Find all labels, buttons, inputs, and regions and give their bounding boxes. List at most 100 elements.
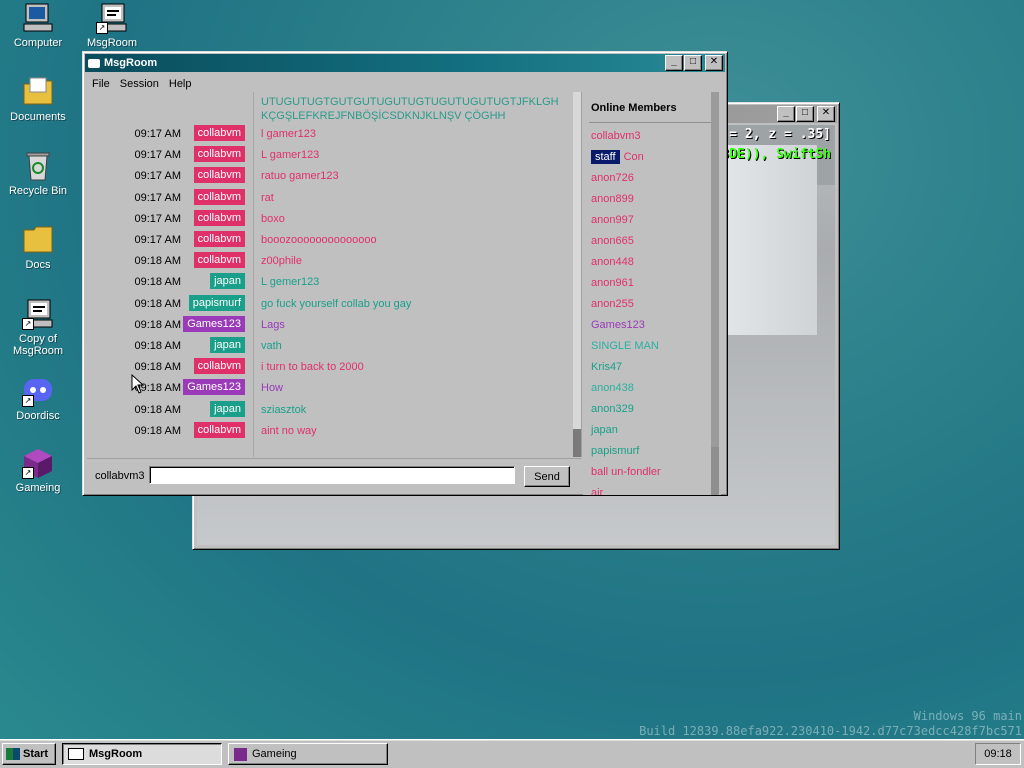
chat-log[interactable]: UTUGUTUGTGUTGUTUGUTUGTUGUTUGUTUGTJFKLGH … (87, 92, 582, 457)
message-username-badge[interactable]: collabvm (193, 209, 245, 226)
window-title: MsgRoom (104, 57, 158, 69)
desktop-icon-gameing[interactable]: ↗ Gameing (2, 447, 74, 494)
compose-bar: collabvm3 Send (87, 458, 581, 493)
maximize-button[interactable]: □ (684, 55, 702, 71)
start-button[interactable]: Start (2, 743, 56, 765)
member-list-item[interactable]: anon255 (583, 294, 721, 315)
message-text: ratuo gamer123 (261, 170, 339, 183)
desktop-icon-msgroom[interactable]: ↗ MsgRoom (76, 2, 148, 49)
message-username-badge[interactable]: collabvm (193, 146, 245, 163)
message-text: aint no way (261, 424, 317, 437)
chat-message-row: 09:18 AM collabvm aint no way (87, 421, 567, 441)
minimize-button[interactable]: _ (777, 106, 795, 122)
member-list-item[interactable]: anon961 (583, 273, 721, 294)
member-list-item[interactable]: air (583, 483, 721, 495)
member-name: anon899 (591, 193, 634, 205)
desktop-icon-docs[interactable]: Docs (2, 224, 74, 271)
chat-scrollbar[interactable] (573, 92, 581, 457)
member-list-item[interactable]: Games123 (583, 315, 721, 336)
close-button[interactable]: ✕ (705, 55, 723, 71)
message-username-badge[interactable]: papismurf (188, 294, 245, 311)
member-list-item[interactable]: staff Con (583, 147, 721, 168)
member-list-item[interactable]: collabvm3 (583, 126, 721, 147)
taskbar-item-gameing[interactable]: Gameing (228, 743, 388, 765)
mouse-cursor-icon (131, 374, 145, 394)
message-text: How (261, 382, 284, 395)
members-scrollbar[interactable] (711, 92, 719, 495)
taskbar-item-msgroom[interactable]: MsgRoom (62, 743, 222, 765)
msgroom-titlebar[interactable]: MsgRoom _ □ ✕ (85, 54, 725, 72)
msgroom-window[interactable]: MsgRoom _ □ ✕ File Session Help UTUGUTUG… (82, 51, 728, 496)
member-list-item[interactable]: anon726 (583, 168, 721, 189)
member-list-item[interactable]: anon438 (583, 378, 721, 399)
maximize-button[interactable]: □ (796, 106, 814, 122)
start-logo-icon (6, 748, 20, 760)
chat-message-row: 09:18 AM japan sziasztok (87, 400, 567, 420)
desktop-icon-documents[interactable]: Documents (2, 76, 74, 123)
message-time: 09:18 AM (134, 340, 181, 352)
message-text: go fuck yourself collab you gay (261, 297, 412, 310)
desktop-icon-recycle-bin[interactable]: Recycle Bin (2, 150, 74, 197)
msgroom-icon: ↗ (22, 298, 54, 330)
member-name: anon255 (591, 298, 634, 310)
message-username-badge[interactable]: collabvm (193, 125, 245, 141)
chat-message-row: 09:18 AM papismurf go fuck yourself collab… (87, 294, 567, 314)
member-list-item[interactable]: SINGLE MAN (583, 336, 721, 357)
current-username: collabvm3 (95, 470, 145, 482)
menu-file[interactable]: File (87, 78, 115, 90)
chat-message-row: 09:17 AM collabvm rat (87, 188, 567, 208)
message-username-badge[interactable]: Games123 (183, 379, 245, 396)
member-list-item[interactable]: anon899 (583, 189, 721, 210)
desktop-icon-label: MsgRoom (86, 37, 138, 49)
message-username-badge[interactable]: collabvm (193, 167, 245, 184)
chat-message-row: 09:17 AM collabvm l gamer123 (87, 124, 567, 144)
menu-session[interactable]: Session (115, 78, 164, 90)
message-text: boxo (261, 212, 285, 225)
member-list-item[interactable]: anon448 (583, 252, 721, 273)
member-list-item[interactable]: Kris47 (583, 357, 721, 378)
desktop-icon-label: Recycle Bin (8, 185, 68, 197)
minimize-button[interactable]: _ (665, 55, 683, 71)
message-username-badge[interactable]: collabvm (193, 231, 245, 247)
build-watermark: Windows 96 main (913, 709, 1022, 723)
desktop-icon-doordisc[interactable]: ↗ Doordisc (2, 375, 74, 422)
menu-help[interactable]: Help (164, 78, 197, 90)
message-username-badge[interactable]: collabvm (193, 188, 245, 205)
message-line: KÇGŞLEFKREJFNBÖŞİCSDKNJKLNŞV ÇÖGHH (261, 110, 506, 122)
member-list-item[interactable]: papismurf (583, 441, 721, 462)
desktop-icon-copy-of-msgroom[interactable]: ↗ Copy of MsgRoom (2, 298, 74, 357)
member-name: Kris47 (591, 361, 623, 373)
message-username-badge[interactable]: collabvm (193, 421, 245, 438)
member-list-item[interactable]: ball un-fondler (583, 462, 721, 483)
message-text: UTUGUTUGTGUTGUTUGUTUGTUGUTUGUTUGTJFKLGH … (261, 95, 559, 123)
member-list-item[interactable]: anon329 (583, 399, 721, 420)
message-text: i turn to back to 2000 (261, 361, 364, 374)
message-text: sziasztok (261, 403, 307, 416)
message-username-badge[interactable]: japan (210, 273, 245, 290)
shortcut-arrow-icon: ↗ (22, 467, 34, 479)
msgroom-icon: ↗ (96, 2, 128, 34)
start-label: Start (23, 748, 49, 760)
message-time: 09:17 AM (134, 212, 181, 225)
member-name: anon448 (591, 256, 634, 268)
message-input[interactable] (149, 466, 515, 484)
member-list-item[interactable]: anon665 (583, 231, 721, 252)
member-list-item[interactable]: anon997 (583, 210, 721, 231)
chat-message-row: 09:18 AM japan L gemer123 (87, 272, 567, 292)
message-username-badge[interactable]: japan (210, 400, 245, 417)
desktop-icon-computer[interactable]: Computer (2, 2, 74, 49)
message-username-badge[interactable]: Games123 (183, 315, 245, 332)
discord-icon: ↗ (22, 375, 54, 407)
message-username-badge[interactable]: japan (210, 337, 245, 353)
chat-message-row: 09:18 AM collabvm z00phile (87, 251, 567, 271)
message-text: rat (261, 191, 274, 204)
send-button[interactable]: Send (524, 466, 570, 487)
member-list-item[interactable]: japan (583, 420, 721, 441)
close-button[interactable]: ✕ (817, 106, 835, 122)
message-time: 09:17 AM (134, 149, 181, 162)
chat-message-row: 09:18 AM collabvm i turn to back to 2000 (87, 357, 567, 377)
message-username-badge[interactable]: collabvm (193, 252, 245, 269)
scrollbar-thumb[interactable] (573, 429, 581, 457)
message-username-badge[interactable]: collabvm (193, 358, 245, 375)
scrollbar-thumb[interactable] (711, 92, 719, 447)
